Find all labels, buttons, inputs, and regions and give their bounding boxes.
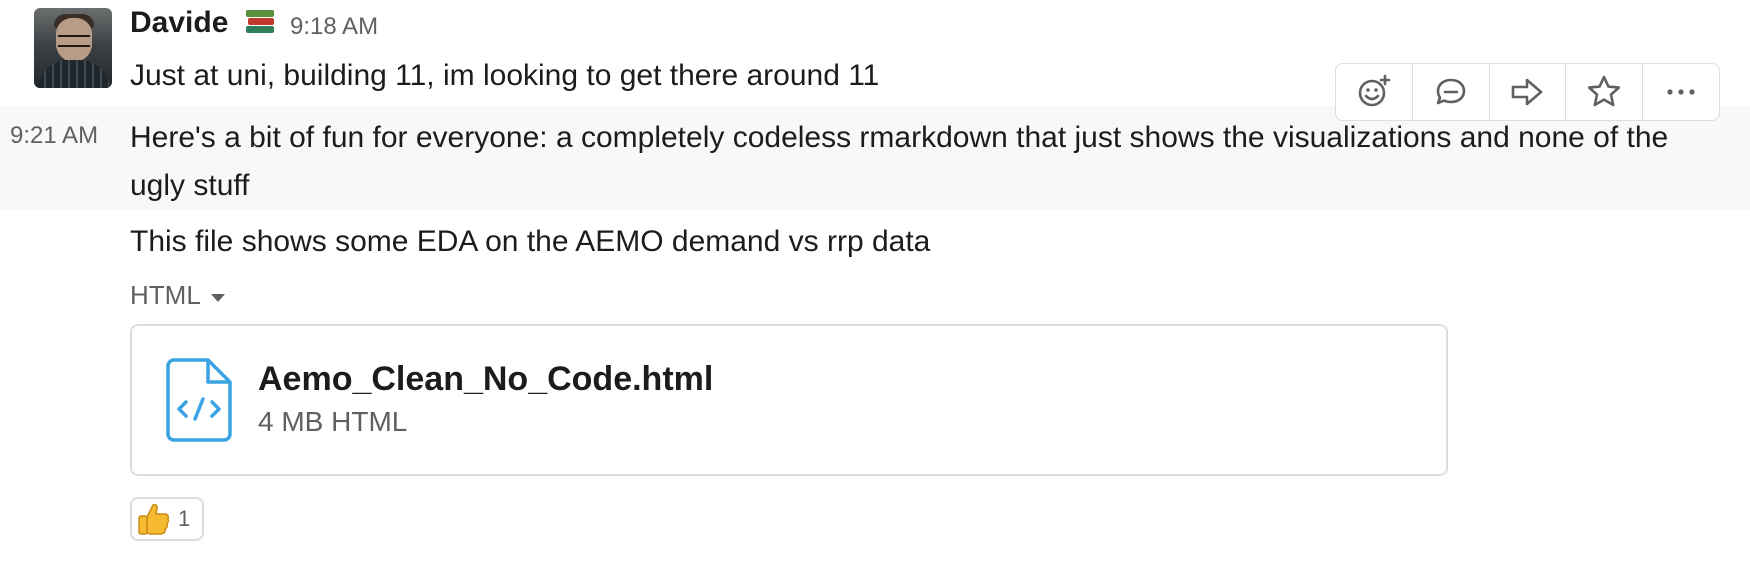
books-emoji-icon (246, 10, 274, 34)
sender-name[interactable]: Davide (130, 6, 228, 40)
file-name[interactable]: Aemo_Clean_No_Code.html (258, 360, 713, 399)
message-actions-toolbar (1335, 63, 1720, 121)
message-timestamp[interactable]: 9:18 AM (290, 13, 378, 41)
avatar-shirt (38, 60, 110, 88)
add-reaction-icon (1358, 74, 1391, 107)
file-type-label: HTML (130, 280, 201, 310)
reaction-count: 1 (178, 506, 191, 531)
message-text: This file shows some EDA on the AEMO dem… (130, 225, 931, 258)
save-message-button[interactable] (1566, 64, 1644, 120)
save-star-icon (1588, 75, 1621, 107)
reply-thread-button[interactable] (1413, 64, 1490, 120)
avatar-glasses (58, 35, 90, 47)
thumbs-up-icon (138, 503, 170, 535)
reply-thread-icon (1436, 78, 1465, 105)
avatar[interactable] (34, 8, 112, 88)
chevron-down-icon (210, 293, 225, 302)
more-actions-icon (1667, 89, 1695, 95)
share-message-button[interactable] (1490, 64, 1567, 120)
file-attachment-card[interactable]: Aemo_Clean_No_Code.html 4 MB HTML (130, 324, 1448, 476)
message-text: Here's a bit of fun for everyone: a comp… (130, 121, 1669, 202)
add-reaction-button[interactable] (1336, 64, 1413, 120)
file-meta: 4 MB HTML (258, 406, 408, 437)
file-type-toggle[interactable]: HTML (130, 280, 225, 311)
more-actions-button[interactable] (1643, 64, 1719, 120)
html-file-icon (166, 358, 232, 442)
share-message-icon (1512, 78, 1543, 106)
message-timestamp[interactable]: 9:21 AM (10, 122, 98, 150)
reaction-pill[interactable]: 1 (130, 497, 204, 541)
message-text: Just at uni, building 11, im looking to … (130, 59, 880, 92)
